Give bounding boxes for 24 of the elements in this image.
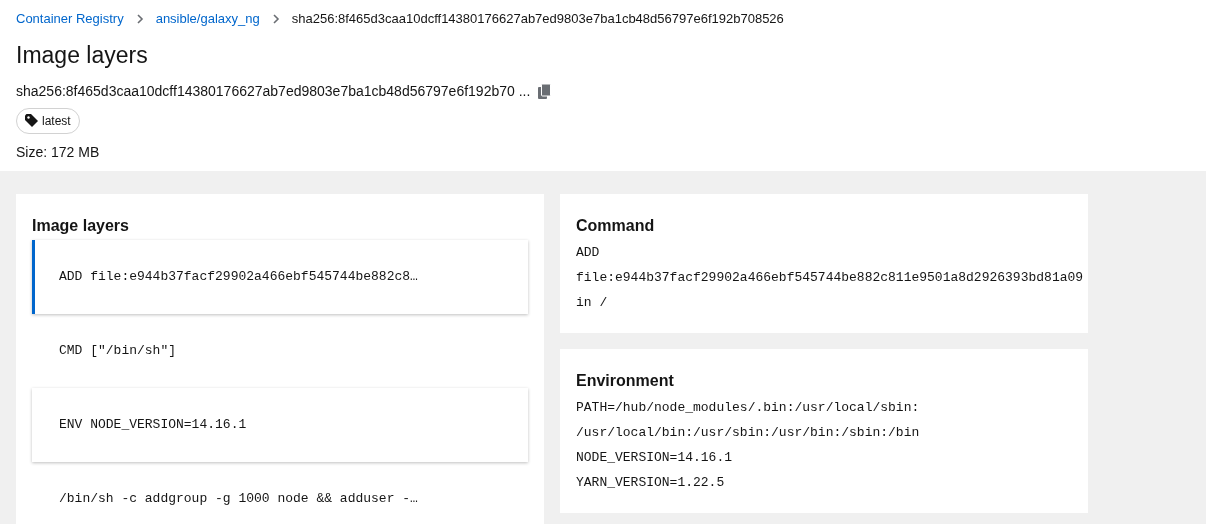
breadcrumb-current: sha256:8f465d3caa10dcff14380176627ab7ed9803e7ba1cb48d56797e6f192b708526 [291,10,784,28]
code-line: YARN_VERSION=1.22.5 [576,473,725,492]
card-title: Image layers [32,215,130,236]
copy-icon[interactable] [538,83,552,99]
page-title: Image layers [16,40,149,70]
digest-text: sha256:8f465d3caa10dcff14380176627ab7ed9803e7ba1cb48d56797e6f192b70 ... [16,81,531,101]
card-title: Command [576,215,656,236]
code-line: /usr/local/bin:/usr/sbin:/usr/bin:/sbin:/bin [576,423,920,442]
code-line: NODE_VERSION=14.16.1 [576,448,733,467]
code-line: in / [576,293,608,312]
layer-item[interactable]: CMD ["/bin/sh"] [32,313,528,388]
chevron-icon [135,13,144,24]
code-line: PATH=/hub/node_modules/.bin:/usr/local/sbin: [576,398,920,417]
chevron-icon [271,13,280,24]
breadcrumb-link[interactable]: Container Registry [16,9,124,29]
layer-item[interactable]: /bin/sh -c addgroup -g 1000 node && adduser -… [32,461,528,524]
size-text: Size: 172 MB [16,142,101,162]
card-title: Environment [576,370,675,391]
tag-icon [25,114,38,127]
layer-item[interactable]: ENV NODE_VERSION=14.16.1 [32,387,528,462]
layer-item[interactable]: ADD file:e944b37facf29902a466ebf545744be882c8… [32,239,528,314]
breadcrumb-link[interactable]: ansible/galaxy_ng [155,9,260,29]
code-line: file:e944b37facf29902a466ebf545744be882c811e9501a8d2926393bd81a09 [576,268,1084,287]
code-line: ADD [576,243,600,262]
